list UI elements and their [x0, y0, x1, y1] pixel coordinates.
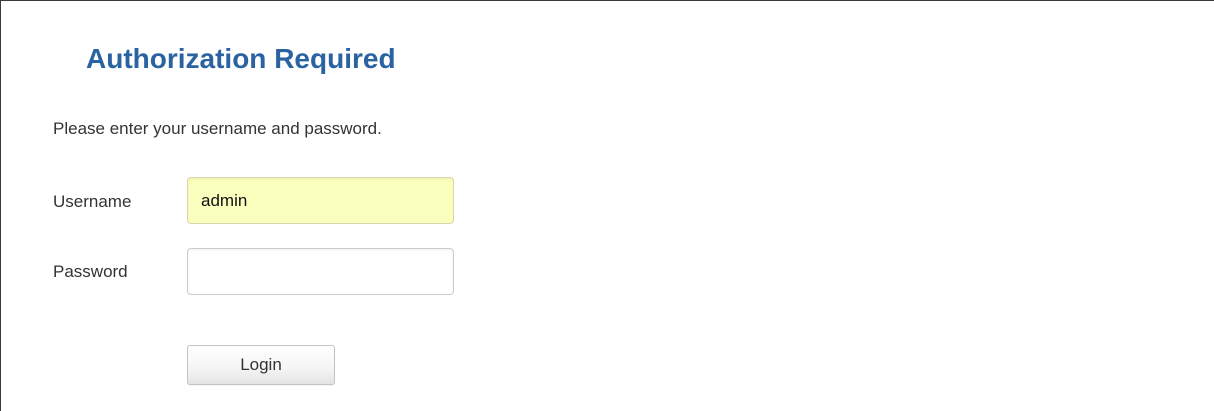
page-frame: Authorization Required Please enter your…	[0, 0, 1214, 411]
username-label: Username	[53, 192, 132, 211]
page-title: Authorization Required	[86, 43, 396, 74]
login-instructions: Please enter your username and password.	[53, 119, 382, 138]
password-label: Password	[53, 262, 128, 281]
password-field[interactable]	[187, 248, 454, 295]
login-button[interactable]: Login	[187, 345, 335, 385]
username-field[interactable]	[187, 177, 454, 224]
